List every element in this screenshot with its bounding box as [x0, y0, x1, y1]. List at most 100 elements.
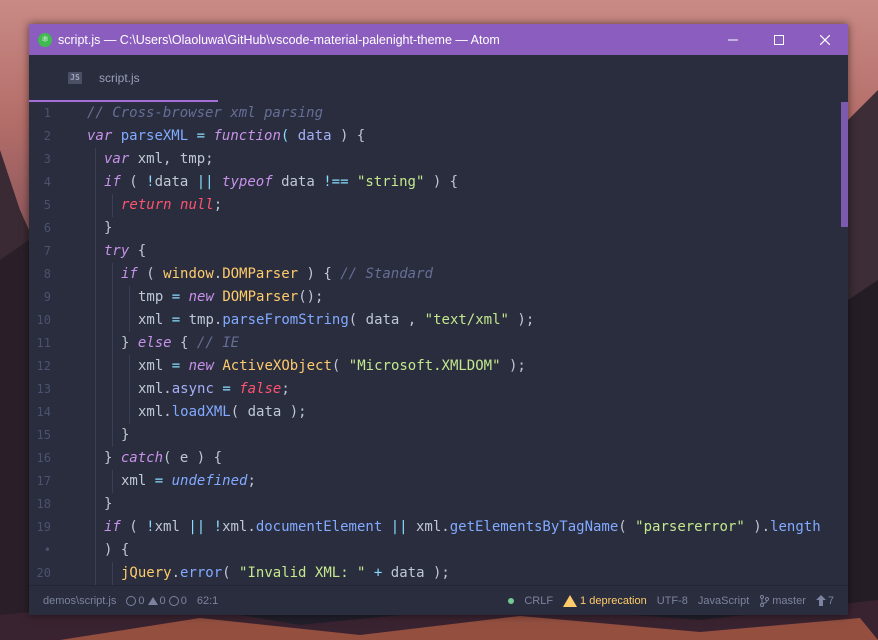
token: ) { — [104, 542, 130, 558]
token: parseFromString — [222, 312, 349, 328]
code-line[interactable]: 13 xml.async = false; — [29, 378, 848, 401]
token: xml — [138, 404, 164, 420]
code-line[interactable]: 2 var parseXML = function( data ) { — [29, 125, 848, 148]
line-number: 15 — [36, 428, 51, 442]
code-line[interactable]: 20 jQuery.error( "Invalid XML: " + data )… — [29, 562, 848, 585]
token: undefined — [171, 473, 248, 489]
token: catch — [120, 450, 164, 466]
indent-guide — [95, 332, 96, 355]
token: ( — [146, 266, 155, 282]
indent-guide — [95, 240, 96, 263]
indent-guide — [129, 355, 130, 378]
token: "text/xml" — [424, 312, 509, 328]
code-line[interactable]: 18} — [29, 493, 848, 516]
token: xml — [222, 519, 248, 535]
code-line[interactable]: 9 tmp = new DOMParser(); — [29, 286, 848, 309]
error-icon — [126, 595, 137, 606]
code-line[interactable]: 17 xml = undefined; — [29, 470, 848, 493]
deprecation-warning[interactable]: 1 deprecation — [563, 594, 647, 607]
token: var — [104, 151, 130, 167]
token: async — [171, 381, 214, 397]
token: if — [104, 174, 121, 190]
line-number: 4 — [43, 175, 51, 189]
code-line[interactable]: 4 if ( !data || typeof data !== "string" … — [29, 171, 848, 194]
token: || — [188, 519, 206, 535]
token: xml — [138, 312, 164, 328]
warning-triangle-icon — [563, 594, 578, 607]
git-branch-icon — [760, 594, 770, 607]
code-line[interactable]: 8 if ( window.DOMParser ) { // Standard — [29, 263, 848, 286]
error-count: 0 — [138, 594, 145, 607]
token: new — [188, 289, 214, 305]
token: var — [87, 128, 113, 144]
linter-summary[interactable]: 0 0 0 — [126, 595, 187, 607]
token: // Standard — [340, 266, 433, 282]
code-line[interactable]: 16} catch( e ) { — [29, 447, 848, 470]
token: = — [154, 473, 164, 489]
line-number: 10 — [36, 313, 51, 327]
indent-guide — [112, 263, 113, 286]
code-line[interactable]: 5 return null; — [29, 194, 848, 217]
code-line[interactable]: 6} — [29, 217, 848, 240]
token: } — [104, 220, 113, 236]
code-line[interactable]: 7 try { — [29, 240, 848, 263]
indent-guide — [95, 171, 96, 194]
token: + — [373, 565, 383, 581]
indent-guide — [95, 539, 96, 562]
branch-name: master — [772, 594, 806, 607]
token: } — [104, 496, 113, 512]
modified-indicator — [508, 597, 515, 604]
line-number: 14 — [36, 405, 51, 419]
cursor-position[interactable]: 62:1 — [197, 595, 218, 607]
minimize-button[interactable] — [710, 24, 756, 55]
token: = — [171, 358, 181, 374]
code-line[interactable]: 14 xml.loadXML( data ); — [29, 401, 848, 424]
token: xml — [138, 381, 164, 397]
token: ); — [517, 312, 535, 328]
code-line[interactable]: 11} else { // IE — [29, 332, 848, 355]
indent-guide — [112, 378, 113, 401]
token: data — [154, 174, 189, 190]
token: length — [770, 519, 821, 535]
info-count: 0 — [180, 594, 187, 607]
token: ( — [618, 519, 627, 535]
line-ending-selector[interactable]: CRLF — [524, 595, 553, 607]
tab-script-js[interactable]: JS script.js — [29, 55, 218, 102]
indent-guide — [95, 286, 96, 309]
code-line[interactable]: 1 // Cross-browser xml parsing — [29, 102, 848, 125]
line-number: 7 — [43, 244, 51, 258]
token: xml — [154, 519, 180, 535]
git-branch[interactable]: master — [759, 594, 806, 607]
indent-guide — [95, 516, 96, 539]
token: ) { — [339, 128, 366, 144]
indent-guide — [95, 470, 96, 493]
code-line[interactable]: 19 if ( !xml || !xml.documentElement || x… — [29, 516, 848, 539]
code-line[interactable]: 10 xml = tmp.parseFromString( data , "tex… — [29, 309, 848, 332]
token: xml — [415, 519, 442, 535]
token: try — [104, 243, 130, 259]
grammar-selector[interactable]: JavaScript — [698, 595, 749, 607]
indent-guide — [95, 148, 96, 171]
git-push[interactable]: 7 — [815, 595, 834, 607]
close-button[interactable] — [802, 24, 848, 55]
line-number: 13 — [36, 382, 51, 396]
token: ! — [213, 519, 223, 535]
code-line[interactable]: 15} — [29, 424, 848, 447]
indent-guide — [95, 378, 96, 401]
indent-guide — [95, 355, 96, 378]
code-line[interactable]: 3 var xml, tmp; — [29, 148, 848, 171]
line-number: 6 — [43, 221, 51, 235]
encoding-selector[interactable]: UTF-8 — [657, 595, 688, 607]
maximize-button[interactable] — [756, 24, 802, 55]
line-number: 17 — [36, 474, 51, 488]
status-file-path[interactable]: demos\script.js — [43, 595, 116, 607]
code-editor[interactable]: 1 // Cross-browser xml parsing 2 var parse… — [29, 102, 848, 585]
token: ( e ) { — [163, 450, 223, 466]
code-line-wrapped[interactable]: •) { — [29, 539, 848, 562]
line-number: 11 — [36, 336, 51, 350]
token: = — [196, 128, 206, 144]
token: ) { — [306, 266, 332, 282]
code-line[interactable]: 12 xml = new ActiveXObject( "Microsoft.XM… — [29, 355, 848, 378]
line-number: 1 — [43, 106, 51, 120]
token: loadXML — [171, 404, 231, 420]
